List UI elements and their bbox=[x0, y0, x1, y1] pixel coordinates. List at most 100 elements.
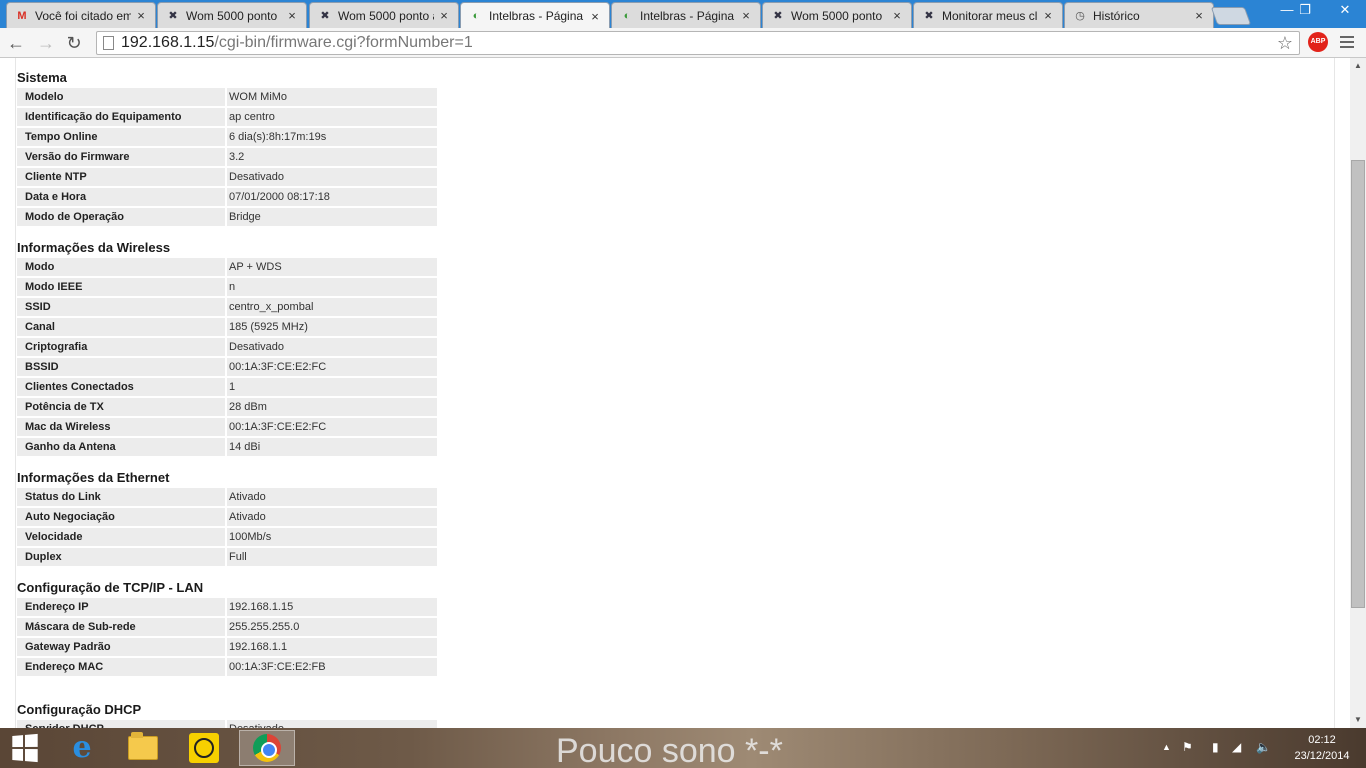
row-label: Clientes Conectados bbox=[17, 378, 225, 396]
x-icon: ✖ bbox=[168, 10, 178, 22]
section-heading: Configuração DHCP bbox=[17, 702, 142, 717]
tab-close-icon[interactable]: × bbox=[1042, 8, 1054, 23]
row-value: AP + WDS bbox=[227, 258, 437, 276]
row-value: 185 (5925 MHz) bbox=[227, 318, 437, 336]
row-value: Desativado bbox=[227, 168, 437, 186]
tab-0[interactable]: M Você foi citado em × bbox=[6, 2, 156, 28]
tab-3[interactable]: ◐ Intelbras - Página × bbox=[460, 2, 610, 29]
chrome-menu-icon[interactable] bbox=[1340, 34, 1354, 50]
gmail-icon: M bbox=[17, 9, 27, 22]
adblock-plus-icon[interactable]: ABP bbox=[1308, 32, 1328, 52]
row-value: 6 dia(s):8h:17m:19s bbox=[227, 128, 437, 146]
tab-2[interactable]: ✖ Wom 5000 ponto a × bbox=[309, 2, 459, 28]
address-bar[interactable]: 192.168.1.15/cgi-bin/firmware.cgi?formNu… bbox=[96, 31, 1300, 55]
row-label: Mac da Wireless bbox=[17, 418, 225, 436]
tab-title: Monitorar meus cl bbox=[942, 8, 1038, 23]
new-tab-button[interactable] bbox=[1210, 7, 1252, 25]
tab-6[interactable]: ✖ Monitorar meus cl × bbox=[913, 2, 1063, 28]
row-value: ap centro bbox=[227, 108, 437, 126]
windows-logo-icon bbox=[12, 733, 38, 763]
row-label: Tempo Online bbox=[17, 128, 225, 146]
tab-close-icon[interactable]: × bbox=[740, 8, 752, 23]
row-label: Servidor DHCP bbox=[17, 720, 225, 728]
taskbar-chrome[interactable] bbox=[239, 730, 295, 766]
action-center-flag-icon[interactable]: ⚑ bbox=[1182, 740, 1193, 754]
restore-button[interactable]: ❐ bbox=[1290, 0, 1320, 20]
table-row: Canal 185 (5925 MHz) bbox=[17, 318, 437, 338]
back-button[interactable]: ← bbox=[4, 31, 28, 55]
row-value: 07/01/2000 08:17:18 bbox=[227, 188, 437, 206]
row-value: 3.2 bbox=[227, 148, 437, 166]
tab-close-icon[interactable]: × bbox=[1193, 8, 1205, 23]
taskbar-internet-explorer[interactable]: e bbox=[56, 730, 108, 766]
tab-close-icon[interactable]: × bbox=[589, 9, 601, 24]
scroll-down-arrow-icon[interactable]: ▼ bbox=[1350, 712, 1366, 728]
table-row: BSSID 00:1A:3F:CE:E2:FC bbox=[17, 358, 437, 378]
row-value: centro_x_pombal bbox=[227, 298, 437, 316]
tab-7[interactable]: ◷ Histórico × bbox=[1064, 2, 1214, 28]
tab-close-icon[interactable]: × bbox=[438, 8, 450, 23]
row-label: Máscara de Sub-rede bbox=[17, 618, 225, 636]
network-signal-icon[interactable]: ◢ bbox=[1232, 740, 1241, 754]
x-icon: ✖ bbox=[924, 10, 934, 22]
taskbar-file-explorer[interactable] bbox=[117, 730, 169, 766]
internet-explorer-icon: e bbox=[72, 730, 92, 765]
x-icon: ✖ bbox=[320, 10, 330, 22]
table-row: Identificação do Equipamento ap centro bbox=[17, 108, 437, 128]
start-button[interactable] bbox=[0, 730, 48, 766]
show-hidden-icons-icon[interactable]: ▲ bbox=[1162, 742, 1171, 752]
tab-4[interactable]: ◐ Intelbras - Página × bbox=[611, 2, 761, 28]
bookmark-star-icon[interactable]: ☆ bbox=[1277, 32, 1293, 54]
table-row: Modo AP + WDS bbox=[17, 258, 437, 278]
clock[interactable]: 02:12 23/12/2014 bbox=[1280, 732, 1364, 764]
table-row: Clientes Conectados 1 bbox=[17, 378, 437, 398]
tab-title: Wom 5000 ponto bbox=[791, 8, 883, 23]
taskbar-app[interactable] bbox=[178, 730, 230, 766]
table-row: Modo IEEE n bbox=[17, 278, 437, 298]
reload-button[interactable]: ↻ bbox=[62, 31, 86, 55]
section-heading: Informações da Ethernet bbox=[17, 470, 170, 485]
row-label: Modelo bbox=[17, 88, 225, 106]
row-value: 1 bbox=[227, 378, 437, 396]
clock-date: 23/12/2014 bbox=[1294, 750, 1350, 762]
tab-5[interactable]: ✖ Wom 5000 ponto × bbox=[762, 2, 912, 28]
wallpaper-text: Pouco sono *-* bbox=[556, 732, 783, 768]
page-icon bbox=[103, 36, 114, 50]
row-value: 255.255.255.0 bbox=[227, 618, 437, 636]
section-2: Informações da Ethernet Status do Link Ati… bbox=[17, 468, 437, 568]
tab-close-icon[interactable]: × bbox=[286, 8, 298, 23]
scroll-up-arrow-icon[interactable]: ▲ bbox=[1350, 58, 1366, 74]
table-row: Data e Hora 07/01/2000 08:17:18 bbox=[17, 188, 437, 208]
table-row: Duplex Full bbox=[17, 548, 437, 568]
row-label: Gateway Padrão bbox=[17, 638, 225, 656]
forward-button[interactable]: → bbox=[34, 31, 58, 55]
tab-close-icon[interactable]: × bbox=[891, 8, 903, 23]
intelbras-icon: ◐ bbox=[623, 9, 631, 22]
tab-title: Intelbras - Página bbox=[640, 8, 735, 23]
tab-1[interactable]: ✖ Wom 5000 ponto × bbox=[157, 2, 307, 28]
row-label: Status do Link bbox=[17, 488, 225, 506]
tab-title: Wom 5000 ponto bbox=[186, 8, 278, 23]
row-label: Criptografia bbox=[17, 338, 225, 356]
section-heading: Sistema bbox=[17, 70, 67, 85]
row-label: Endereço MAC bbox=[17, 658, 225, 676]
row-value: 00:1A:3F:CE:E2:FB bbox=[227, 658, 437, 676]
tab-strip: M Você foi citado em × ✖ Wom 5000 ponto × ✖ Wom… bbox=[0, 0, 1366, 29]
table-row: Modelo WOM MiMo bbox=[17, 88, 437, 108]
row-label: Data e Hora bbox=[17, 188, 225, 206]
close-window-button[interactable]: ✕ bbox=[1330, 0, 1360, 20]
status-content: Sistema Modelo WOM MiMo Identificação do Eq… bbox=[15, 58, 1335, 728]
row-value: 100Mb/s bbox=[227, 528, 437, 546]
row-label: Modo bbox=[17, 258, 225, 276]
windows-taskbar: e Pouco sono *-* ▲ ⚑ ▮ ◢ 🔈 02:12 23/12/2… bbox=[0, 728, 1366, 768]
row-value: Full bbox=[227, 548, 437, 566]
row-value: 14 dBi bbox=[227, 438, 437, 456]
volume-icon[interactable]: 🔈 bbox=[1256, 740, 1271, 754]
tab-close-icon[interactable]: × bbox=[135, 8, 147, 23]
battery-icon[interactable]: ▮ bbox=[1212, 740, 1219, 754]
row-value: 192.168.1.15 bbox=[227, 598, 437, 616]
scrollbar-thumb[interactable] bbox=[1351, 160, 1365, 608]
vertical-scrollbar[interactable]: ▲ ▼ bbox=[1350, 58, 1366, 728]
section-1: Informações da Wireless Modo AP + WDS Modo … bbox=[17, 238, 437, 458]
row-value: Bridge bbox=[227, 208, 437, 226]
